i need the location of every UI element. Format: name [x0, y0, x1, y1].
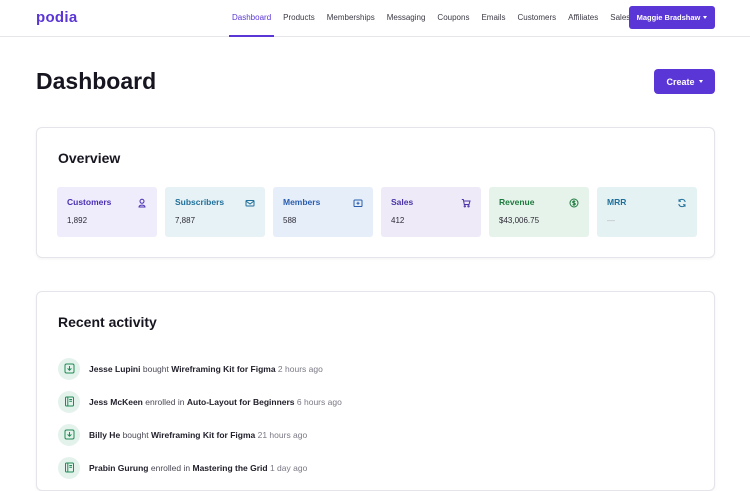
- activity-list: Jesse Lupini bought Wireframing Kit for …: [58, 352, 342, 484]
- nav-coupons[interactable]: Coupons: [431, 0, 475, 37]
- dollar-coin-icon: [569, 198, 579, 208]
- stat-customers[interactable]: Customers 1,892: [57, 187, 157, 237]
- page-title: Dashboard: [36, 68, 157, 94]
- cart-icon: [461, 199, 471, 208]
- stat-value: 412: [391, 216, 405, 225]
- caret-down-icon: [703, 16, 708, 19]
- stat-label: Subscribers: [175, 197, 225, 207]
- nav-products[interactable]: Products: [277, 0, 321, 37]
- stat-label: Sales: [391, 197, 414, 207]
- recent-activity-card: Recent activity Jesse Lupini bought Wire…: [36, 291, 715, 491]
- stat-value: —: [607, 216, 615, 225]
- activity-item: Prabin Gurung enrolled in Mastering the …: [58, 451, 342, 484]
- user-menu-label: Maggie Bradshaw: [636, 13, 701, 22]
- activity-user[interactable]: Jesse Lupini: [89, 364, 141, 374]
- overview-title: Overview: [58, 150, 121, 166]
- create-button-label: Create: [666, 76, 695, 87]
- nav-messaging[interactable]: Messaging: [381, 0, 432, 37]
- stat-label: MRR: [607, 197, 627, 207]
- nav-customers[interactable]: Customers: [511, 0, 562, 37]
- refresh-icon: [678, 198, 686, 208]
- activity-product[interactable]: Wireframing Kit for Figma: [151, 430, 255, 440]
- stat-value: 1,892: [67, 216, 88, 225]
- stats-row: Customers 1,892 Subscribers 7,887 Member…: [57, 187, 697, 237]
- stat-value: 588: [283, 216, 297, 225]
- main-nav: Dashboard Products Memberships Messaging…: [226, 0, 636, 37]
- caret-down-icon: [698, 80, 703, 83]
- stat-value: 7,887: [175, 216, 196, 225]
- stat-subscribers[interactable]: Subscribers 7,887: [165, 187, 265, 237]
- activity-title: Recent activity: [58, 314, 157, 330]
- overview-card: Overview Customers 1,892 Subscribers 7,8…: [36, 127, 715, 258]
- nav-dashboard[interactable]: Dashboard: [226, 0, 277, 37]
- activity-time: 6 hours ago: [296, 396, 342, 407]
- stat-sales[interactable]: Sales 412: [381, 187, 481, 237]
- stat-members[interactable]: Members 588: [273, 187, 373, 237]
- activity-item: Jess McKeen enrolled in Auto-Layout for …: [58, 385, 342, 418]
- nav-emails[interactable]: Emails: [475, 0, 511, 37]
- activity-product[interactable]: Auto-Layout for Beginners: [187, 397, 295, 407]
- download-icon: [58, 357, 80, 380]
- stat-label: Customers: [67, 197, 112, 207]
- nav-affiliates[interactable]: Affiliates: [562, 0, 604, 37]
- activity-user[interactable]: Billy He: [89, 430, 120, 440]
- stat-label: Revenue: [499, 197, 535, 207]
- stat-mrr[interactable]: MRR —: [597, 187, 697, 237]
- member-card-icon: [353, 199, 363, 207]
- create-button[interactable]: Create: [654, 69, 715, 94]
- activity-user[interactable]: Prabin Gurung: [89, 463, 149, 473]
- activity-action: bought: [122, 429, 149, 440]
- activity-item: Billy He bought Wireframing Kit for Figm…: [58, 418, 342, 451]
- activity-product[interactable]: Mastering the Grid: [192, 463, 267, 473]
- user-icon: [138, 198, 146, 208]
- user-menu-button[interactable]: Maggie Bradshaw: [629, 6, 715, 29]
- stat-revenue[interactable]: Revenue $43,006.75: [489, 187, 589, 237]
- activity-time: 21 hours ago: [257, 429, 308, 440]
- activity-time: 1 day ago: [269, 462, 308, 473]
- activity-action: bought: [142, 363, 169, 374]
- activity-time: 2 hours ago: [277, 363, 323, 374]
- activity-action: enrolled in: [150, 462, 191, 473]
- mail-icon: [245, 200, 255, 207]
- course-book-icon: [58, 390, 80, 413]
- download-icon: [58, 423, 80, 446]
- activity-product[interactable]: Wireframing Kit for Figma: [171, 364, 275, 374]
- course-book-icon: [58, 456, 80, 479]
- top-navbar: podia Dashboard Products Memberships Mes…: [0, 0, 750, 37]
- activity-user[interactable]: Jess McKeen: [89, 397, 143, 407]
- activity-action: enrolled in: [145, 396, 185, 407]
- activity-item: Jesse Lupini bought Wireframing Kit for …: [58, 352, 342, 385]
- nav-memberships[interactable]: Memberships: [321, 0, 381, 37]
- stat-value: $43,006.75: [499, 216, 540, 225]
- stat-label: Members: [283, 197, 321, 207]
- podia-logo[interactable]: podia: [36, 9, 78, 26]
